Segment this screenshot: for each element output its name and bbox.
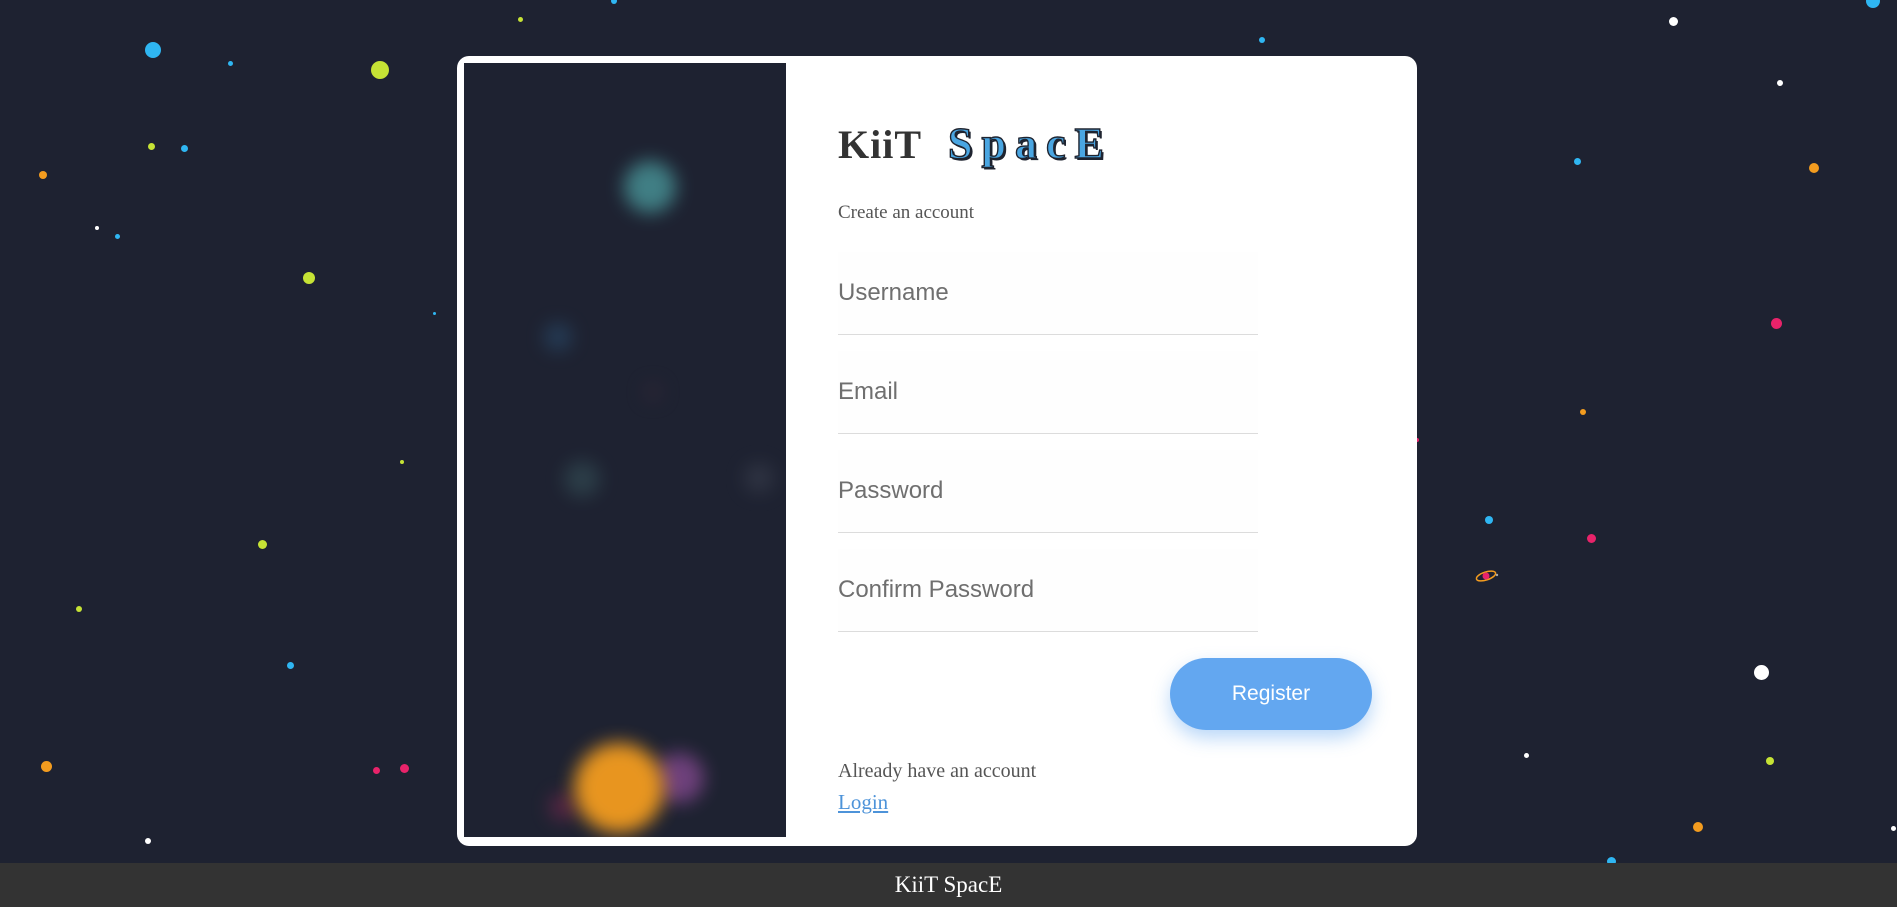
brand-name-kiit: KiiT (838, 122, 923, 167)
blurred-star (564, 461, 600, 497)
star (400, 764, 409, 773)
star (115, 234, 120, 239)
star (1891, 826, 1896, 831)
star (373, 767, 380, 774)
confirm-password-field (838, 549, 1258, 632)
email-input[interactable] (838, 351, 1258, 433)
footer-bar: KiiT SpacE (0, 863, 1897, 907)
register-button[interactable]: Register (1170, 658, 1372, 730)
star (1809, 163, 1819, 173)
star (1866, 0, 1880, 8)
star (1587, 534, 1596, 543)
blurred-star (574, 743, 664, 833)
star (303, 272, 315, 284)
star (181, 145, 188, 152)
brand-logo: KiiT SpacE (838, 118, 1113, 172)
star (1580, 409, 1586, 415)
star (1574, 158, 1581, 165)
register-card: KiiT SpacE Create an account Register Al… (457, 56, 1417, 846)
star (1777, 80, 1783, 86)
star (41, 761, 52, 772)
star (76, 606, 82, 612)
star (1766, 757, 1774, 765)
star (145, 42, 161, 58)
star (1771, 318, 1782, 329)
star (433, 312, 436, 315)
star (39, 171, 47, 179)
username-field (838, 252, 1258, 335)
star (518, 17, 523, 22)
already-have-account-text: Already have an account (838, 760, 1037, 782)
blurred-star (744, 463, 774, 493)
username-input[interactable] (838, 252, 1258, 334)
star (1259, 37, 1265, 43)
blurred-star (544, 323, 572, 351)
star (371, 61, 389, 79)
login-link[interactable]: Login (838, 790, 888, 815)
decorative-space-panel (464, 63, 786, 837)
ringed-planet-icon (1475, 570, 1499, 582)
star (1669, 17, 1678, 26)
star (1693, 822, 1703, 832)
blurred-star (644, 383, 662, 401)
star (287, 662, 294, 669)
star-field-background: KiiT SpacE Create an account Register Al… (0, 0, 1897, 907)
star (258, 540, 267, 549)
star (1524, 753, 1529, 758)
star (1485, 516, 1493, 524)
form-subtitle: Create an account (838, 202, 975, 223)
star (400, 460, 404, 464)
star (228, 61, 233, 66)
password-input[interactable] (838, 450, 1258, 532)
email-field (838, 351, 1258, 434)
star (148, 143, 155, 150)
star (611, 0, 617, 4)
blurred-star (549, 793, 577, 821)
confirm-password-input[interactable] (838, 549, 1258, 631)
star (1754, 665, 1769, 680)
star (145, 838, 151, 844)
brand-name-space: SpacE (947, 118, 1113, 168)
password-field (838, 450, 1258, 533)
star (95, 226, 99, 230)
footer-title: KiiT SpacE (894, 872, 1003, 897)
blurred-star (624, 161, 676, 213)
